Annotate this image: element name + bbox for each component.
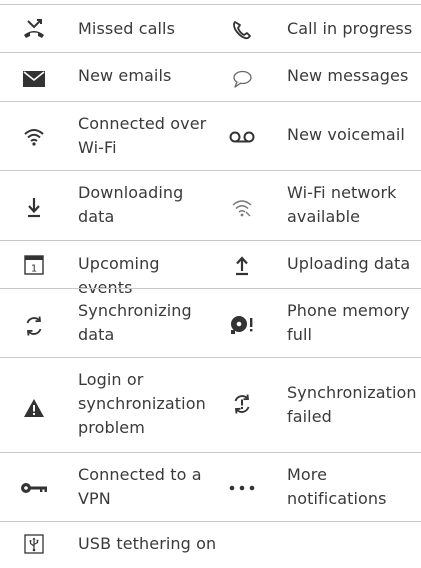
table-cell: New emails [0,53,210,101]
notification-icons-table: Missed calls Call in progress New emails [0,4,421,565]
list-item-label: Downloading data [78,183,184,226]
table-row: Connected over Wi-Fi New voicemail [0,101,421,170]
sync-failed-icon [227,389,257,419]
table-cell: New messages [210,53,421,101]
list-item-label: Call in progress [287,19,413,38]
list-item-label: Connected to a VPN [78,465,202,508]
table-cell: Synchronizing data [0,289,210,357]
list-item-label: Synchronization failed [287,383,417,426]
list-item-label: Connected over Wi-Fi [78,114,207,157]
list-item-label: Missed calls [78,19,176,38]
list-item-label: Phone memory full [287,301,410,344]
speech-bubble-icon [227,64,257,94]
list-item-label: Uploading data [287,254,411,273]
table-row: USB tethering on [0,521,421,565]
table-cell: Downloading data [0,171,210,240]
table-cell: Missed calls [0,5,210,52]
table-cell: Phone memory full [210,289,421,357]
voicemail-icon [227,122,257,152]
list-item-label: New emails [78,66,172,85]
table-row: Missed calls Call in progress [0,4,421,52]
vpn-key-icon [19,473,49,503]
table-cell: New voicemail [210,102,421,170]
list-item-label: Wi-Fi network available [287,183,397,226]
list-item-label: New voicemail [287,125,405,144]
list-item-label: More notifications [287,465,387,508]
table-row: New emails New messages [0,52,421,101]
memory-full-icon [227,309,257,339]
list-item-label: Synchronizing data [78,301,192,344]
missed-call-icon [19,14,49,44]
table-cell: Wi-Fi network available [210,171,421,240]
upload-icon [227,250,257,280]
download-icon [19,192,49,222]
wifi-icon [19,122,49,152]
warning-icon [19,393,49,423]
calendar-icon: 1 [19,250,49,280]
table-row: Downloading data Wi-Fi network available [0,170,421,240]
more-dots-icon [227,473,257,503]
table-cell: Connected to a VPN [0,453,210,521]
table-cell: Login or synchronization problem [0,358,210,452]
table-cell: Connected over Wi-Fi [0,102,210,170]
calendar-day: 1 [31,264,37,275]
table-cell: Synchronization failed [210,358,421,452]
table-row: 1 Upcoming events Uploading data [0,240,421,297]
list-item-label: USB tethering on [78,534,217,553]
envelope-icon [19,64,49,94]
wifi-available-icon [227,193,257,223]
sync-icon [19,311,49,341]
table-cell: Call in progress [210,5,421,52]
table-cell: 1 Upcoming events [0,241,210,297]
table-cell: Uploading data [210,241,421,288]
table-row: Connected to a VPN More notifications [0,452,421,521]
table-cell: USB tethering on [0,522,216,565]
table-cell: More notifications [210,453,421,521]
list-item-label: New messages [287,66,409,85]
usb-icon [19,529,49,559]
table-row: Synchronizing data Phone memory full [0,288,421,357]
phone-in-call-icon [227,15,257,45]
list-item-label: Login or synchronization problem [78,370,206,437]
table-row: Login or synchronization problem Synchro… [0,357,421,452]
